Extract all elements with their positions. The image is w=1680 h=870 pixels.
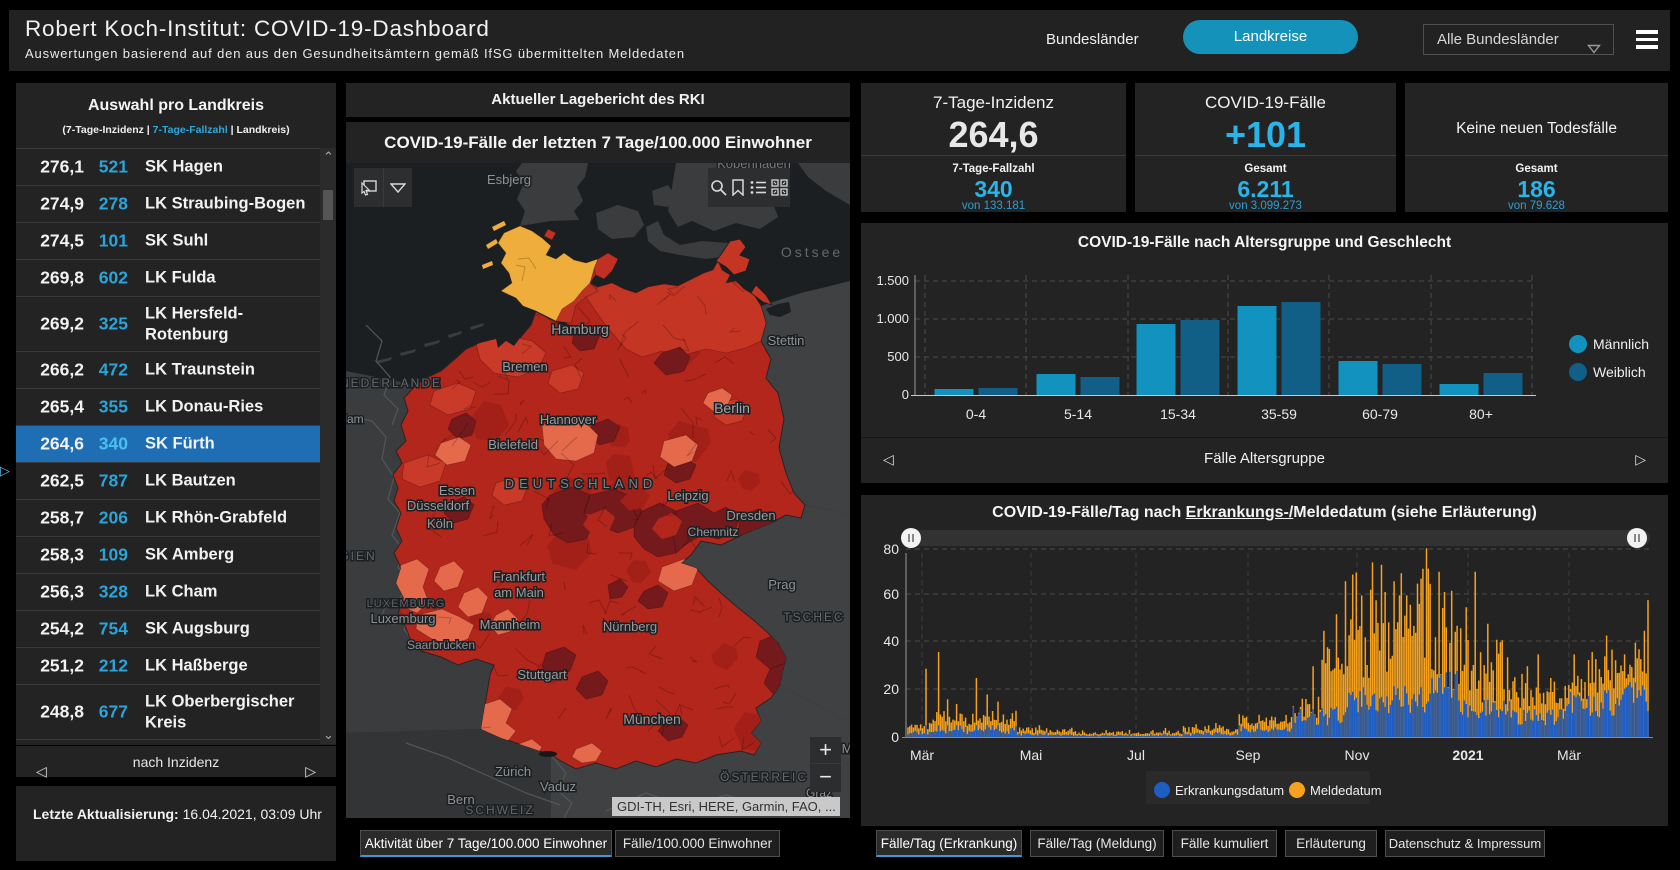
- svg-text:Esbjerg: Esbjerg: [487, 172, 531, 187]
- svg-text:Zürich: Zürich: [495, 764, 531, 779]
- svg-text:LUXEMBURG: LUXEMBURG: [367, 598, 446, 610]
- svg-text:Meldedatum: Meldedatum: [1310, 783, 1382, 798]
- svg-text:Nov: Nov: [1345, 747, 1370, 763]
- svg-text:Hannover: Hannover: [540, 412, 597, 427]
- svg-text:GIEN: GIEN: [346, 549, 377, 563]
- svg-text:M: M: [842, 741, 850, 756]
- svg-text:NEDERLANDE: NEDERLANDE: [346, 376, 442, 390]
- svg-text:Weiblich: Weiblich: [1593, 364, 1646, 380]
- svg-text:SCHWEIZ: SCHWEIZ: [465, 803, 534, 817]
- svg-text:80+: 80+: [1469, 406, 1493, 422]
- svg-text:500: 500: [887, 349, 909, 364]
- svg-text:Stuttgart: Stuttgart: [517, 667, 567, 682]
- svg-text:5-14: 5-14: [1064, 406, 1092, 422]
- svg-text:Chemnitz: Chemnitz: [688, 525, 739, 539]
- svg-text:Köln: Köln: [427, 516, 453, 531]
- svg-text:München: München: [623, 711, 681, 727]
- svg-text:2021: 2021: [1452, 747, 1483, 763]
- svg-text:20: 20: [883, 681, 899, 697]
- svg-text:Mär: Mär: [910, 747, 934, 763]
- svg-text:40: 40: [883, 633, 899, 649]
- svg-text:am Main: am Main: [494, 585, 544, 600]
- svg-text:Hamburg: Hamburg: [551, 321, 609, 337]
- svg-text:Bremen: Bremen: [502, 359, 548, 374]
- svg-text:Frankfurt: Frankfurt: [493, 569, 545, 584]
- svg-text:0: 0: [902, 387, 909, 402]
- svg-text:60-79: 60-79: [1362, 406, 1398, 422]
- svg-text:80: 80: [883, 541, 899, 557]
- svg-text:DEUTSCHLAND: DEUTSCHLAND: [505, 476, 658, 491]
- svg-text:Nürnberg: Nürnberg: [603, 619, 657, 634]
- svg-text:Prag: Prag: [768, 577, 795, 592]
- svg-text:rdam: rdam: [346, 412, 364, 426]
- svg-text:Ostsee: Ostsee: [781, 244, 843, 260]
- svg-text:Sep: Sep: [1236, 747, 1261, 763]
- svg-text:1.000: 1.000: [876, 311, 909, 326]
- svg-text:Dresden: Dresden: [726, 508, 775, 523]
- svg-text:Berlin: Berlin: [714, 400, 750, 416]
- svg-text:60: 60: [883, 586, 899, 602]
- svg-text:Leipzig: Leipzig: [667, 488, 708, 503]
- svg-text:Bielefeld: Bielefeld: [488, 437, 538, 452]
- svg-text:Düsseldorf: Düsseldorf: [407, 498, 470, 513]
- svg-text:Erkrankungsdatum: Erkrankungsdatum: [1175, 783, 1284, 798]
- svg-text:0-4: 0-4: [966, 406, 986, 422]
- svg-text:Jul: Jul: [1127, 747, 1145, 763]
- svg-text:Mannheim: Mannheim: [480, 617, 541, 632]
- svg-text:Stettin: Stettin: [768, 333, 805, 348]
- svg-text:Mai: Mai: [1020, 747, 1043, 763]
- svg-text:Mär: Mär: [1557, 747, 1581, 763]
- svg-text:Männlich: Männlich: [1593, 336, 1649, 352]
- svg-text:35-59: 35-59: [1261, 406, 1297, 422]
- svg-text:1.500: 1.500: [876, 273, 909, 288]
- svg-text:Saarbrücken: Saarbrücken: [407, 638, 475, 652]
- svg-text:Vaduz: Vaduz: [540, 779, 576, 794]
- svg-text:0: 0: [891, 729, 899, 745]
- svg-text:ÖSTERREIC: ÖSTERREIC: [720, 770, 808, 784]
- svg-text:Essen: Essen: [439, 483, 475, 498]
- svg-text:15-34: 15-34: [1160, 406, 1196, 422]
- svg-text:Luxemburg: Luxemburg: [370, 611, 435, 626]
- svg-text:TSCHEC: TSCHEC: [783, 610, 844, 624]
